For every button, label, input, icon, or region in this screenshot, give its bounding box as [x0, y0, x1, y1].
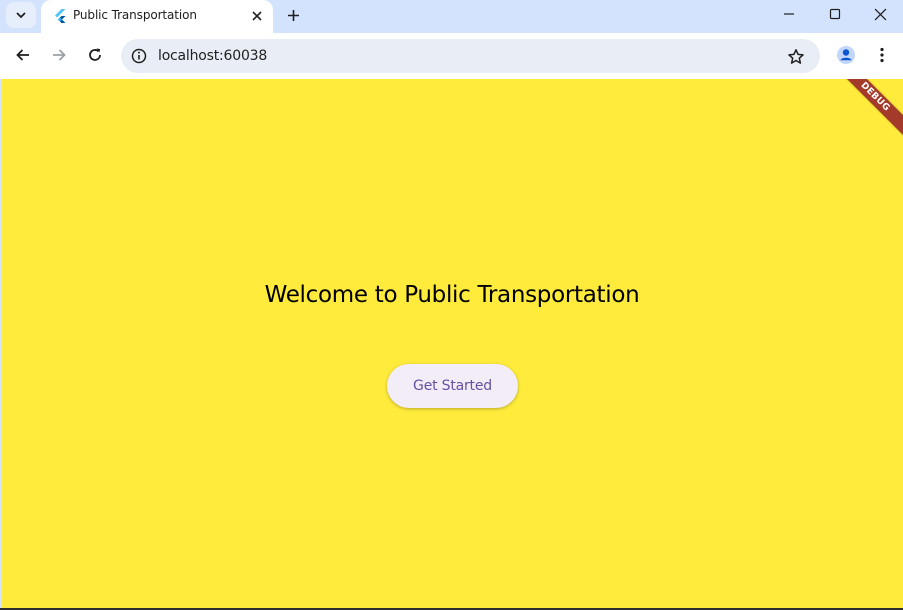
page-title: Welcome to Public Transportation	[264, 282, 640, 308]
close-icon	[252, 11, 262, 21]
address-bar[interactable]: localhost:60038	[121, 39, 820, 73]
maximize-icon	[829, 8, 841, 20]
browser-menu-button[interactable]	[869, 41, 895, 69]
tab-search-button[interactable]	[6, 2, 36, 28]
star-icon	[788, 49, 804, 64]
browser-toolbar: localhost:60038	[0, 33, 903, 79]
browser-window: Public Transportation localhost:60038 We…	[0, 0, 903, 610]
kebab-menu-icon	[880, 47, 884, 63]
url-text[interactable]: localhost:60038	[158, 48, 267, 64]
back-button[interactable]	[8, 40, 38, 70]
person-icon	[837, 46, 855, 64]
reload-icon	[89, 48, 101, 61]
chevron-down-icon	[16, 12, 26, 19]
tab-title: Public Transportation	[73, 8, 197, 22]
flutter-icon	[55, 9, 66, 23]
forward-button[interactable]	[44, 40, 74, 70]
minimize-icon	[784, 13, 794, 15]
tab-strip: Public Transportation	[0, 0, 903, 33]
arrow-right-icon	[53, 49, 66, 61]
app-viewport: Welcome to Public Transportation Get Sta…	[2, 79, 903, 608]
arrow-left-icon	[16, 49, 29, 61]
plus-icon	[287, 9, 299, 21]
get-started-button[interactable]: Get Started	[387, 364, 518, 408]
new-tab-button[interactable]	[281, 3, 305, 27]
profile-button[interactable]	[832, 41, 860, 69]
tab-active[interactable]: Public Transportation	[41, 0, 273, 33]
bookmark-button[interactable]	[785, 46, 807, 68]
reload-button[interactable]	[80, 40, 110, 70]
info-icon[interactable]	[130, 47, 148, 65]
tab-close-button[interactable]	[247, 6, 267, 26]
maximize-button[interactable]	[812, 0, 858, 28]
minimize-button[interactable]	[766, 0, 812, 28]
debug-banner: DEBUG	[830, 79, 903, 142]
close-window-button[interactable]	[857, 0, 903, 28]
close-icon	[874, 8, 886, 20]
